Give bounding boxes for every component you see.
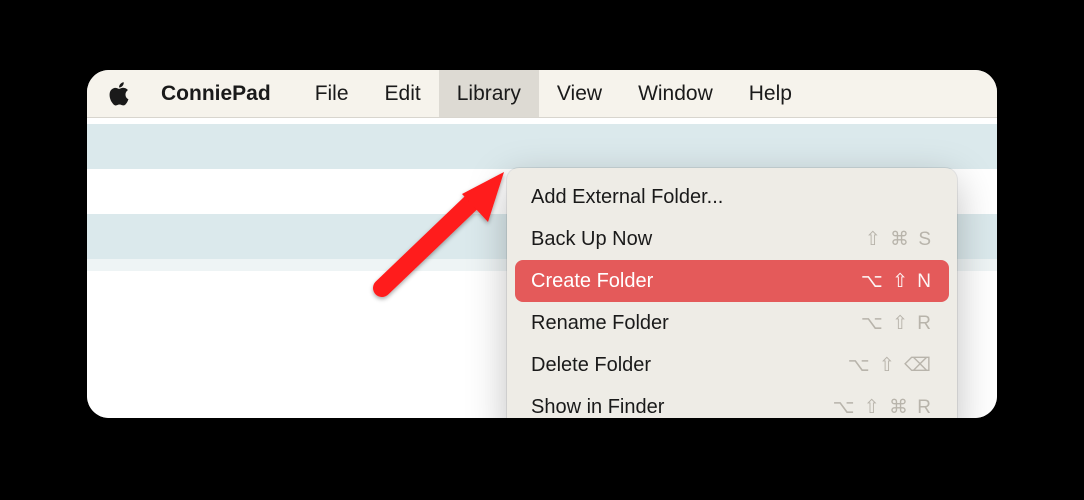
menu-item-shortcut: ⌥ ⇧ N: [861, 270, 933, 293]
library-dropdown-menu: Add External Folder... Back Up Now ⇧ ⌘ S…: [507, 168, 957, 418]
menu-item-label: Rename Folder: [531, 312, 669, 335]
window: ConniePad File Edit Library View Window …: [87, 70, 997, 418]
menu-create-folder[interactable]: Create Folder ⌥ ⇧ N: [515, 260, 949, 302]
menu-item-label: Create Folder: [531, 270, 653, 293]
document-body: Add External Folder... Back Up Now ⇧ ⌘ S…: [87, 118, 997, 418]
menu-item-shortcut: ⌥ ⇧ ⌫: [848, 354, 933, 377]
menu-file[interactable]: File: [297, 70, 367, 117]
menu-item-shortcut: ⌥ ⇧ ⌘ R: [833, 396, 933, 419]
menu-help[interactable]: Help: [731, 70, 810, 117]
menu-item-shortcut: ⌥ ⇧ R: [861, 312, 933, 335]
menu-delete-folder[interactable]: Delete Folder ⌥ ⇧ ⌫: [515, 344, 949, 386]
menu-show-in-finder[interactable]: Show in Finder ⌥ ⇧ ⌘ R: [515, 386, 949, 418]
menu-window[interactable]: Window: [620, 70, 731, 117]
menubar: ConniePad File Edit Library View Window …: [87, 70, 997, 118]
menu-edit[interactable]: Edit: [367, 70, 439, 117]
menu-library[interactable]: Library: [439, 70, 539, 117]
menu-item-label: Delete Folder: [531, 354, 651, 377]
apple-logo-icon[interactable]: [105, 82, 133, 106]
menu-view[interactable]: View: [539, 70, 620, 117]
menu-item-label: Add External Folder...: [531, 186, 723, 209]
menu-rename-folder[interactable]: Rename Folder ⌥ ⇧ R: [515, 302, 949, 344]
menu-add-external-folder[interactable]: Add External Folder...: [515, 176, 949, 218]
background-stripe: [87, 124, 997, 169]
app-name[interactable]: ConniePad: [161, 82, 271, 106]
menu-item-label: Back Up Now: [531, 228, 652, 251]
menu-item-shortcut: ⇧ ⌘ S: [865, 228, 933, 251]
menu-item-label: Show in Finder: [531, 396, 664, 419]
menu-back-up-now[interactable]: Back Up Now ⇧ ⌘ S: [515, 218, 949, 260]
